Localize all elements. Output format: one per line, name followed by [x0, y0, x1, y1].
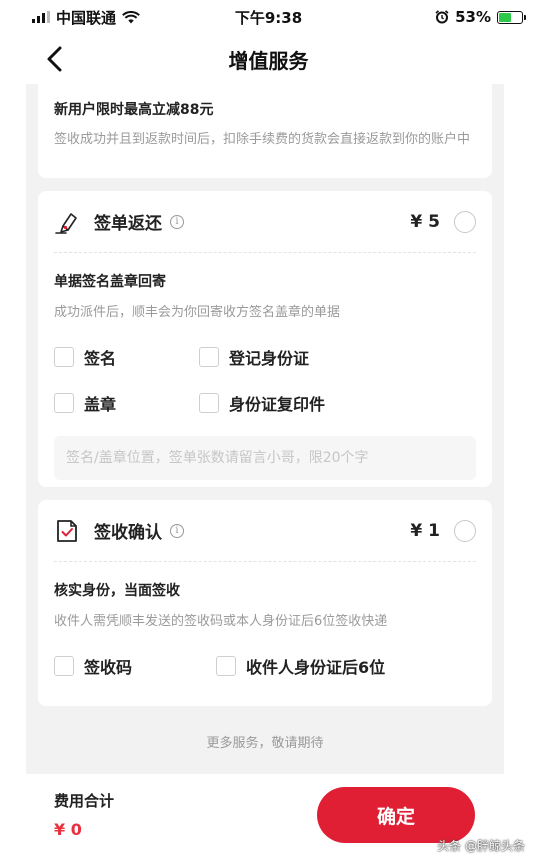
- option-label: 身份证复印件: [229, 395, 326, 414]
- chevron-left-icon[interactable]: [44, 46, 68, 72]
- nav-bar: 增值服务: [0, 34, 537, 84]
- option-id-copy[interactable]: 身份证复印件: [199, 391, 325, 415]
- sign-note-input[interactable]: [54, 436, 476, 480]
- option-signature[interactable]: 签名: [54, 345, 116, 369]
- promo-card: 新用户限时最高立减88元 签收成功并且到返款时间后，扣除手续费的货款会直接返款到…: [38, 84, 492, 178]
- total-value: ¥ 0: [54, 820, 82, 839]
- page-title: 增值服务: [228, 48, 309, 73]
- option-row: 盖章 身份证复印件: [54, 392, 476, 414]
- sign-confirm-description: 收件人需凭顺丰发送的签收码或本人身份证后6位签收快递: [54, 614, 388, 629]
- promo-title: 新用户限时最高立减88元: [54, 102, 214, 118]
- checkbox[interactable]: [54, 393, 74, 413]
- alarm-icon: [435, 10, 449, 24]
- sign-confirm-subtitle: 核实身份，当面签收: [54, 583, 180, 599]
- footer-bar: 费用合计 ¥ 0 确定 头条 @胖鲸头条: [0, 774, 537, 864]
- option-row: 签名 登记身份证: [54, 346, 476, 368]
- more-services-hint: 更多服务，敬请期待: [206, 736, 324, 751]
- sign-return-card: 签单返还 i ¥ 5 单据签名盖章回寄 成功派件后，顺丰会为你回寄收方签名盖章的…: [38, 191, 492, 487]
- pen-sign-icon: [55, 212, 77, 234]
- battery-percent: 53%: [455, 8, 491, 26]
- option-row: 签收码 收件人身份证后6位: [54, 655, 476, 677]
- wifi-icon: [122, 10, 140, 23]
- total-label: 费用合计: [54, 792, 115, 810]
- option-label: 盖章: [84, 395, 117, 414]
- sign-return-header[interactable]: 签单返还 i ¥ 5: [54, 191, 476, 253]
- sign-return-subtitle: 单据签名盖章回寄: [54, 274, 166, 290]
- option-label: 签收码: [84, 658, 133, 677]
- battery-fill: [499, 12, 511, 22]
- services-panel: 新用户限时最高立减88元 签收成功并且到返款时间后，扣除手续费的货款会直接返款到…: [26, 84, 504, 774]
- watermark: 头条 @胖鲸头条: [437, 839, 525, 853]
- status-bar: 中国联通 下午9:38 53%: [0, 0, 537, 34]
- option-label: 收件人身份证后6位: [246, 658, 386, 677]
- option-id-last6[interactable]: 收件人身份证后6位: [216, 654, 385, 678]
- option-register-id[interactable]: 登记身份证: [199, 345, 309, 369]
- status-right: 53%: [435, 8, 526, 26]
- battery-icon: [497, 10, 526, 24]
- confirm-button[interactable]: 确定: [317, 787, 475, 843]
- sign-confirm-header[interactable]: 签收确认 i ¥ 1: [54, 500, 476, 562]
- checkbox[interactable]: [199, 347, 219, 367]
- sign-return-description: 成功派件后，顺丰会为你回寄收方签名盖章的单据: [54, 305, 341, 320]
- sign-return-radio[interactable]: [454, 210, 476, 233]
- sign-confirm-radio[interactable]: [454, 519, 476, 542]
- info-icon[interactable]: i: [170, 523, 184, 538]
- checkbox[interactable]: [199, 393, 219, 413]
- sign-return-title: 签单返还: [94, 214, 162, 234]
- sign-confirm-title: 签收确认: [94, 523, 162, 543]
- checkbox[interactable]: [54, 656, 74, 676]
- checkbox[interactable]: [54, 347, 74, 367]
- sign-confirm-price: ¥ 1: [410, 520, 440, 541]
- option-sign-code[interactable]: 签收码: [54, 654, 132, 678]
- checked-document-icon: [57, 519, 77, 542]
- option-label: 登记身份证: [229, 349, 310, 368]
- sign-confirm-card: 签收确认 i ¥ 1 核实身份，当面签收 收件人需凭顺丰发送的签收码或本人身份证…: [38, 500, 492, 706]
- promo-description: 签收成功并且到返款时间后，扣除手续费的货款会直接返款到你的账户中: [54, 132, 471, 147]
- signal-icon: [32, 11, 50, 23]
- option-label: 签名: [84, 349, 117, 368]
- status-left: 中国联通: [32, 7, 140, 28]
- option-stamp[interactable]: 盖章: [54, 391, 116, 415]
- sign-return-price: ¥ 5: [410, 211, 440, 232]
- info-icon[interactable]: i: [170, 214, 184, 229]
- carrier-label: 中国联通: [56, 8, 117, 27]
- checkbox[interactable]: [216, 656, 236, 676]
